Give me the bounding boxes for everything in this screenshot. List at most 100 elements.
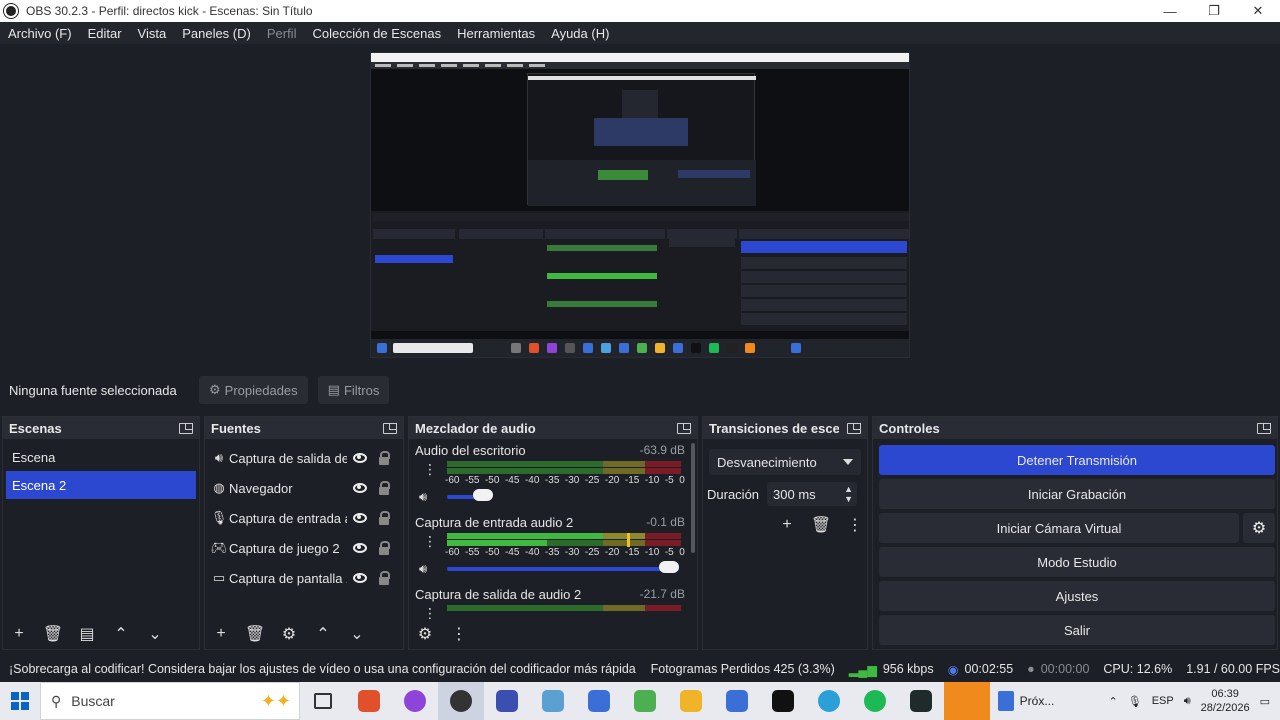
close-button[interactable]: ✕: [1236, 0, 1280, 22]
folder-icon[interactable]: [668, 682, 714, 720]
task-view-icon[interactable]: [300, 682, 346, 720]
source-label: Navegador: [229, 480, 293, 496]
volume-icon[interactable]: 🔊︎: [1184, 695, 1191, 708]
meter-ticks: -60 -55 -50 -45 -40 -35 -30 -25 -20 -15 -10 -5 0: [445, 475, 685, 486]
properties-button[interactable]: ⚙ Propiedades: [199, 376, 308, 404]
kebab-menu-icon[interactable]: ⋮: [423, 605, 437, 619]
advanced-audio-icon[interactable]: ⚙: [415, 624, 435, 644]
next-widget[interactable]: Próx...: [990, 682, 1062, 720]
move-down-icon[interactable]: ⌄: [145, 624, 165, 644]
trash-icon[interactable]: 🗑: [245, 624, 265, 644]
tiktok-icon[interactable]: [760, 682, 806, 720]
mail-icon[interactable]: [714, 682, 760, 720]
lock-icon[interactable]: [379, 571, 390, 585]
kebab-menu-icon[interactable]: ⋮: [423, 461, 437, 478]
virtual-camera-settings-button[interactable]: ⚙: [1243, 513, 1275, 543]
minimize-button[interactable]: —: [1148, 0, 1192, 22]
minecraft-icon[interactable]: [622, 682, 668, 720]
menu-vista[interactable]: Vista: [130, 26, 175, 41]
undock-icon[interactable]: [383, 422, 397, 434]
speaker-icon[interactable]: 🔊︎: [419, 489, 427, 505]
move-down-icon[interactable]: ⌄: [347, 624, 367, 644]
virtual-camera-button[interactable]: Iniciar Cámara Virtual: [879, 513, 1239, 543]
sparkle-icon: ✦✦: [260, 690, 291, 711]
lock-icon[interactable]: [379, 451, 390, 465]
taskbar-search[interactable]: ⚲ Buscar ✦✦: [40, 682, 300, 720]
undock-icon[interactable]: [179, 422, 193, 434]
store-icon[interactable]: [576, 682, 622, 720]
lock-icon[interactable]: [379, 481, 390, 495]
settings-button[interactable]: Ajustes: [879, 581, 1275, 611]
menu-archivo[interactable]: Archivo (F): [0, 26, 80, 41]
source-item[interactable]: 🔊︎ Captura de salida de audio: [205, 443, 403, 473]
kebab-menu-icon[interactable]: ⋮: [423, 533, 437, 550]
app-icon[interactable]: [944, 682, 990, 720]
source-item[interactable]: ▭ Captura de pantalla 2: [205, 563, 403, 593]
bitrate-status: ▂▄▆ 956 kbps: [848, 662, 934, 677]
eye-icon[interactable]: [353, 513, 367, 523]
volume-fader[interactable]: [447, 567, 679, 571]
add-source-icon[interactable]: +: [211, 624, 231, 644]
transition-select[interactable]: Desvanecimiento: [709, 449, 861, 475]
scene-filters-icon[interactable]: ▤: [77, 624, 97, 644]
language-indicator[interactable]: ESP: [1152, 695, 1174, 707]
maximize-button[interactable]: ❐: [1192, 0, 1236, 22]
kebab-menu-icon[interactable]: ⋮: [845, 515, 865, 535]
trash-icon[interactable]: 🗑: [811, 515, 831, 535]
notification-icon[interactable]: ▭: [1260, 695, 1270, 708]
terminal-icon[interactable]: [898, 682, 944, 720]
scene-item-escena-2[interactable]: Escena 2: [6, 471, 196, 499]
transition-selected: Desvanecimiento: [717, 454, 817, 470]
exit-button[interactable]: Salir: [879, 615, 1275, 645]
undock-icon[interactable]: [677, 422, 691, 434]
clock[interactable]: 06:39 28/2/2026: [1201, 687, 1250, 715]
studio-mode-button[interactable]: Modo Estudio: [879, 547, 1275, 577]
move-up-icon[interactable]: ⌃: [111, 624, 131, 644]
app-icon[interactable]: [530, 682, 576, 720]
app-icon[interactable]: [484, 682, 530, 720]
mixer-scrollbar[interactable]: [691, 443, 695, 553]
source-item[interactable]: 🎮︎ Captura de juego 2: [205, 533, 403, 563]
stop-stream-button[interactable]: Detener Transmisión: [879, 445, 1275, 475]
lock-icon[interactable]: [379, 541, 390, 555]
speaker-icon[interactable]: 🔊︎: [419, 561, 427, 577]
eye-icon[interactable]: [353, 543, 367, 553]
fader-knob[interactable]: [659, 561, 679, 573]
discord-icon[interactable]: [392, 682, 438, 720]
source-item[interactable]: 🎙︎ Captura de entrada audio: [205, 503, 403, 533]
chevron-up-icon[interactable]: ⌃: [1109, 695, 1118, 708]
program-preview[interactable]: [370, 52, 910, 358]
menu-herramientas[interactable]: Herramientas: [449, 26, 543, 41]
menu-editar[interactable]: Editar: [80, 26, 130, 41]
lock-icon[interactable]: [379, 511, 390, 525]
eye-icon[interactable]: [353, 573, 367, 583]
scene-item-escena[interactable]: Escena: [6, 443, 196, 471]
add-transition-icon[interactable]: +: [777, 515, 797, 535]
obs-icon[interactable]: [438, 682, 484, 720]
menu-paneles[interactable]: Paneles (D): [174, 26, 259, 41]
edge-icon[interactable]: [806, 682, 852, 720]
menu-ayuda[interactable]: Ayuda (H): [543, 26, 617, 41]
source-item[interactable]: ◍ Navegador: [205, 473, 403, 503]
undock-icon[interactable]: [847, 422, 861, 434]
start-recording-button[interactable]: Iniciar Grabación: [879, 479, 1275, 509]
next-label: Próx...: [1019, 694, 1055, 708]
undock-icon[interactable]: [1257, 422, 1271, 434]
start-button[interactable]: [0, 682, 40, 720]
eye-icon[interactable]: [353, 453, 367, 463]
menu-perfil[interactable]: Perfil: [259, 26, 305, 41]
menu-coleccion-escenas[interactable]: Colección de Escenas: [304, 26, 449, 41]
spotify-icon[interactable]: [852, 682, 898, 720]
move-up-icon[interactable]: ⌃: [313, 624, 333, 644]
eye-icon[interactable]: [353, 483, 367, 493]
spinner-icon[interactable]: ▲ ▼: [844, 484, 853, 504]
add-scene-icon[interactable]: +: [9, 624, 29, 644]
brave-icon[interactable]: [346, 682, 392, 720]
microphone-icon[interactable]: 🎙︎: [1128, 695, 1142, 708]
kebab-menu-icon[interactable]: ⋮: [449, 624, 469, 644]
duration-field[interactable]: 300 ms ▲ ▼: [767, 482, 858, 506]
gear-icon[interactable]: ⚙: [279, 624, 299, 644]
fader-knob[interactable]: [473, 489, 493, 501]
filters-button[interactable]: ▤ Filtros: [317, 376, 390, 404]
trash-icon[interactable]: 🗑: [43, 624, 63, 644]
